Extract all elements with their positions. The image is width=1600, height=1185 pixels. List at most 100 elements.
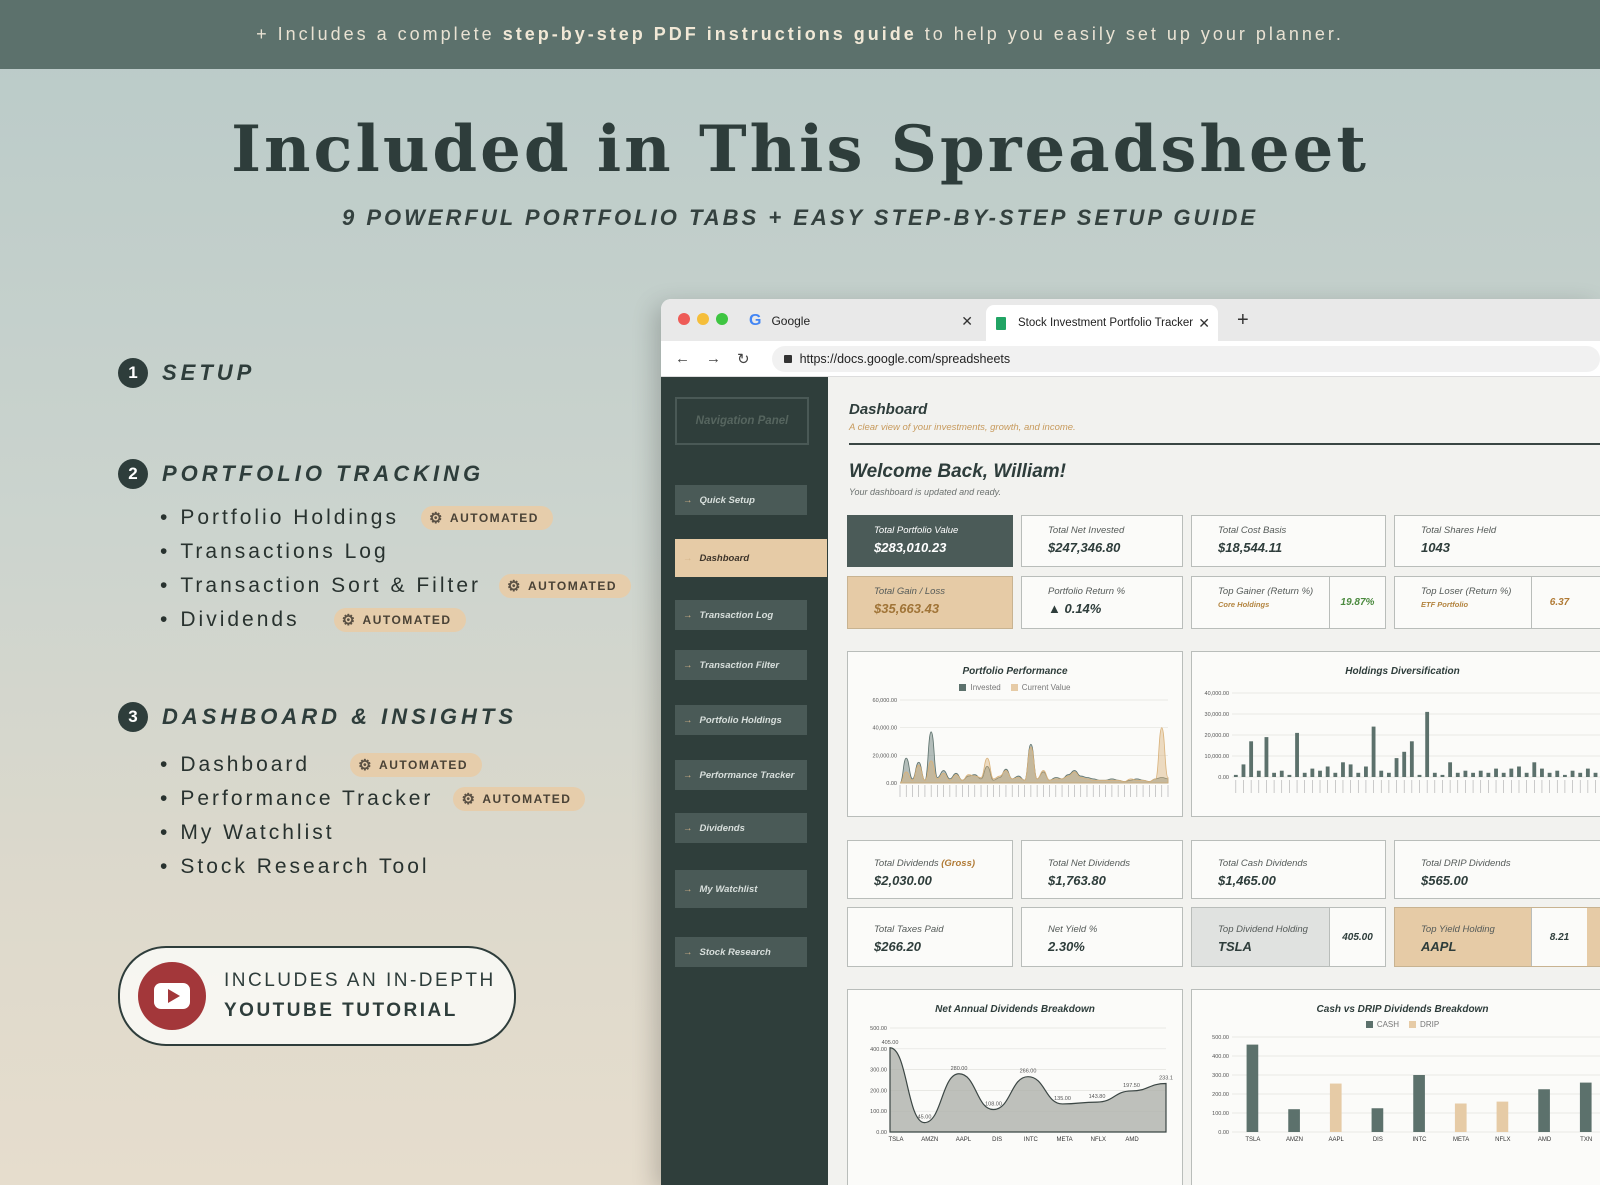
- sidebar-item-portfolio-holdings[interactable]: → Portfolio Holdings: [675, 705, 807, 735]
- legend-cash: CASH: [1365, 1020, 1399, 1029]
- y-tick-label: 100.00: [870, 1109, 887, 1115]
- maximize-window-button[interactable]: [716, 313, 728, 325]
- banner-prefix: + Includes a complete: [256, 24, 495, 44]
- bar: [1425, 711, 1430, 777]
- bar: [1287, 774, 1292, 777]
- sidebar-item-stock-research[interactable]: → Stock Research: [675, 937, 807, 967]
- dividends-area: [889, 1047, 1167, 1133]
- card-net-yield: Net Yield % 2.30%: [1021, 907, 1183, 967]
- automated-badge: ⚙ AUTOMATED: [499, 574, 632, 598]
- y-tick-label: 40,000.00: [873, 726, 897, 732]
- back-icon[interactable]: ←: [675, 350, 690, 368]
- arrow-icon: →: [683, 822, 693, 834]
- tab-google[interactable]: G Google ✕: [749, 309, 981, 333]
- sidebar-item-dividends[interactable]: → Dividends: [675, 813, 807, 843]
- data-label: 135.00: [1054, 1096, 1071, 1102]
- y-tick-label: 400.00: [1212, 1054, 1229, 1060]
- bar-drip: [1454, 1103, 1467, 1132]
- x-tick-label: INTC: [1024, 1137, 1039, 1143]
- x-tick-label: AMZN: [1286, 1137, 1303, 1143]
- card-total-dividends: Total Dividends (Gross) $2,030.00: [847, 840, 1013, 899]
- youtube-line1: INCLUDES AN IN-DEPTH: [224, 970, 496, 991]
- section-number: 1: [118, 358, 148, 388]
- bar: [1318, 770, 1322, 777]
- data-label: 405.00: [882, 1040, 899, 1046]
- bar: [1302, 772, 1307, 777]
- bar-cash: [1538, 1089, 1550, 1132]
- automated-badge: ⚙ AUTOMATED: [333, 608, 466, 632]
- bar: [1417, 774, 1422, 777]
- card-total-portfolio-value: Total Portfolio Value $283,010.23: [847, 515, 1013, 567]
- y-tick-label: 300.00: [1212, 1073, 1229, 1079]
- y-tick-label: 10,000.00: [1205, 754, 1229, 760]
- sidebar-item-transaction-filter[interactable]: → Transaction Filter: [675, 650, 807, 680]
- sidebar-item-dashboard[interactable]: → Dashboard: [675, 539, 827, 577]
- data-label: 280.00: [951, 1066, 968, 1072]
- bar: [1341, 762, 1345, 777]
- section-title: PORTFOLIO TRACKING: [162, 461, 485, 486]
- card-total-gain-loss: Total Gain / Loss $35,663.43: [847, 576, 1013, 629]
- legend-current-value: Current Value: [1010, 683, 1071, 692]
- sidebar-item-my-watchlist[interactable]: → My Watchlist: [675, 870, 807, 908]
- feature-item: • Stock Research Tool: [160, 855, 430, 878]
- page-title: Included in This Spreadsheet: [231, 112, 1369, 187]
- close-tab-icon[interactable]: ✕: [1198, 315, 1210, 332]
- tab-spreadsheet[interactable]: Stock Investment Portfolio Tracker ✕: [986, 305, 1218, 341]
- x-tick-label: AAPL: [1328, 1137, 1344, 1143]
- card-portfolio-return: Portfolio Return % ▲ 0.14%: [1021, 576, 1183, 629]
- net-annual-dividends-svg: 500.00 400.00 300.00 200.00 100.00 0.00 405.00…: [870, 1026, 1173, 1143]
- spreadsheet-app: Navigation Panel → Quick Setup → Dashboard…: [661, 377, 1600, 1185]
- bar-cash: [1288, 1109, 1300, 1132]
- bar: [1486, 772, 1491, 777]
- x-tick-label: INTC: [1413, 1137, 1428, 1143]
- chart-title: Net Annual Dividends Breakdown: [935, 1004, 1095, 1015]
- card-total-net-invested: Total Net Invested $247,346.80: [1021, 515, 1183, 567]
- gear-icon: ⚙: [358, 757, 374, 774]
- chart-holdings-diversification: 40,000.00 30,000.00 20,000.00 10,000.00 0.00…: [1191, 651, 1600, 817]
- bar: [1593, 772, 1598, 777]
- bar: [1402, 751, 1407, 777]
- data-label: 233.1: [1159, 1076, 1173, 1082]
- y-tick-label: 40,000.00: [1205, 691, 1229, 697]
- bar: [1547, 772, 1552, 777]
- page-subtitle: 9 POWERFUL PORTFOLIO TABS + EASY STEP-BY…: [341, 205, 1259, 230]
- bar: [1256, 770, 1261, 777]
- x-tick-label: META: [1056, 1137, 1072, 1143]
- gear-icon: ⚙: [507, 578, 522, 595]
- top-banner: + Includes a complete step-by-step PDF i…: [0, 0, 1600, 69]
- sidebar-item-quick-setup[interactable]: → Quick Setup: [675, 485, 807, 515]
- new-tab-icon[interactable]: +: [1237, 309, 1249, 332]
- x-tick-label: TSLA: [1245, 1137, 1260, 1143]
- chart-title: Cash vs DRIP Dividends Breakdown: [1316, 1004, 1489, 1015]
- feature-item: • Performance Tracker ⚙ AUTOMATED: [160, 782, 586, 816]
- bar: [1333, 772, 1338, 777]
- automated-badge: ⚙ AUTOMATED: [420, 506, 553, 530]
- close-tab-icon[interactable]: ✕: [961, 313, 973, 330]
- x-tick-label: TSLA: [888, 1137, 903, 1143]
- forward-icon[interactable]: →: [706, 350, 721, 368]
- chart-title: Portfolio Performance: [962, 666, 1068, 677]
- data-label: 197.50: [1123, 1083, 1140, 1089]
- card-total-net-dividends: Total Net Dividends $1,763.80: [1021, 840, 1183, 899]
- bar: [1532, 762, 1537, 777]
- reload-icon[interactable]: ↻: [737, 350, 750, 368]
- navigation-panel-label: Navigation Panel: [675, 397, 809, 445]
- close-window-button[interactable]: [678, 313, 690, 325]
- browser-window: G Google ✕ Stock Investment Portfolio Tr…: [661, 299, 1600, 1185]
- youtube-icon: [138, 962, 206, 1030]
- automated-badge: ⚙ AUTOMATED: [453, 787, 586, 811]
- y-tick-label: 500.00: [1212, 1035, 1229, 1041]
- sidebar-item-performance-tracker[interactable]: → Performance Tracker: [675, 760, 807, 790]
- banner-suffix: to help you easily set up your planner.: [924, 24, 1344, 44]
- y-tick-label: 0.00: [1218, 1130, 1229, 1136]
- bar: [1364, 766, 1368, 777]
- url-input[interactable]: https://docs.google.com/spreadsheets: [771, 345, 1600, 372]
- gear-icon: ⚙: [341, 612, 357, 629]
- bar: [1440, 774, 1445, 777]
- welcome-heading: Welcome Back, William!: [849, 461, 1066, 482]
- chart-portfolio-performance: 60,000.00 40,000.00 20,000.00 0.00 Portfoli…: [847, 651, 1183, 817]
- bar: [1524, 772, 1529, 777]
- sidebar-item-transaction-log[interactable]: → Transaction Log: [675, 600, 807, 630]
- minimize-window-button[interactable]: [697, 313, 709, 325]
- section-title: SETUP: [162, 360, 256, 385]
